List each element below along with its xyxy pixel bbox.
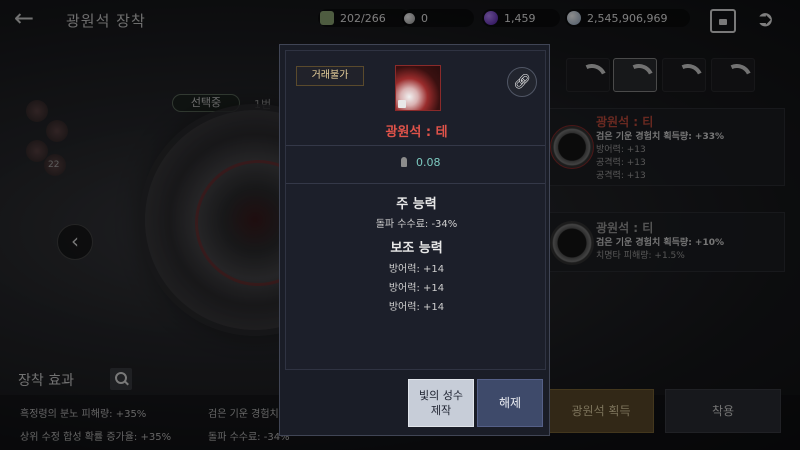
- divider: [286, 145, 545, 146]
- divider: [286, 183, 545, 184]
- main-ability-stat: 돌파 수수료: -34%: [375, 219, 458, 230]
- item-weight: 0.08: [416, 156, 441, 169]
- untradeable-badge: 거래불가: [296, 66, 364, 86]
- item-detail-panel: 거래불가 🔗︎ 광원석 : 테 0.08 주 능력 돌파 수수료: -34% 보…: [285, 50, 546, 370]
- sub-ability-stat: 방어력: +14: [388, 302, 445, 313]
- main-ability-title: 주 능력: [396, 197, 437, 212]
- link-icon[interactable]: 🔗︎: [507, 67, 537, 97]
- sub-ability-stat: 방어력: +14: [388, 264, 445, 275]
- gem-item-icon: [395, 65, 441, 111]
- craft-holy-water-button[interactable]: 빛의 성수 제작: [408, 379, 474, 427]
- weight-icon: [401, 157, 407, 167]
- item-name: 광원석 : 테: [385, 125, 448, 140]
- item-tooltip-popup: 거래불가 🔗︎ 광원석 : 테 0.08 주 능력 돌파 수수료: -34% 보…: [279, 44, 550, 436]
- sub-ability-stat: 방어력: +14: [388, 283, 445, 294]
- craft-button-line2: 제작: [430, 404, 452, 417]
- screen: ← 광원석 장착 202/266 0 1,459 2,545,906,969 ➲…: [0, 0, 800, 450]
- sub-ability-title: 보조 능력: [390, 241, 443, 256]
- craft-button-line1: 빛의 성수: [419, 389, 463, 402]
- unequip-button[interactable]: 해제: [477, 379, 543, 427]
